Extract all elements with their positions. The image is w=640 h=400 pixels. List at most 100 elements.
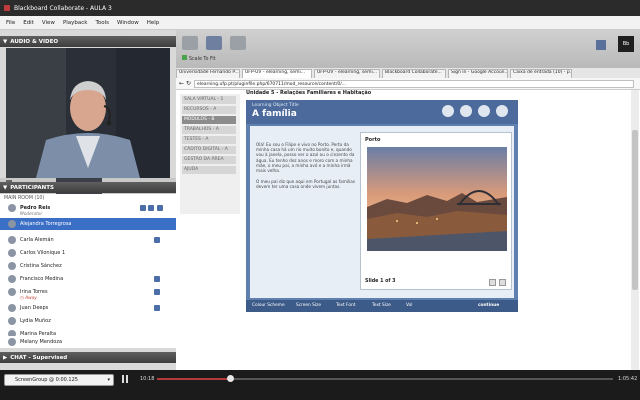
participant-name: Irina Torres [20, 289, 48, 295]
blackboard-logo: Bb [618, 36, 634, 52]
avatar [8, 304, 16, 312]
nav-item[interactable]: TRABALHOS - A [182, 126, 236, 134]
url-field[interactable]: elearning.ufp.pt/pluginfile.php/670711/m… [194, 80, 634, 88]
participant-name: Francisco Medina [20, 276, 64, 282]
avatar [8, 249, 16, 257]
participant-name: Cristina Sánchez [20, 263, 62, 269]
chat-header[interactable]: ▶ CHAT - Supervised [0, 352, 176, 363]
browser-tab[interactable]: UFP-UV - elearning, semi... [242, 69, 312, 78]
participant-name: Lydia Muñoz [20, 318, 51, 324]
course-sidenav: SALA VIRTUAL - 1 RECURSOS - A MÓDULOS - … [180, 94, 240, 214]
menu-window[interactable]: Window [117, 20, 139, 26]
lesson-header: Learning Object Title A família [246, 100, 518, 124]
menu-file[interactable]: File [6, 20, 15, 26]
menu-playback[interactable]: Playback [63, 20, 88, 26]
current-time: 10:18 [140, 376, 155, 382]
participants-title: PARTICIPANTS [10, 184, 54, 191]
prev-slide-icon[interactable] [489, 279, 496, 286]
menu-view[interactable]: View [42, 20, 55, 26]
continue-button[interactable]: continue [478, 303, 499, 308]
participant-name: Melany Mendoza [20, 339, 63, 345]
participants-header[interactable]: ▼ PARTICIPANTS [0, 182, 176, 193]
pointer-icon [157, 205, 163, 211]
porto-photo [367, 147, 507, 251]
text-font-select[interactable]: Text Font [336, 303, 355, 308]
unit-title: Unidade 5 - Relações Familiares e Habita… [246, 90, 372, 96]
porto-photo-image [367, 147, 507, 251]
lesson-title: A família [252, 109, 297, 119]
chevron-down-icon: ▾ [107, 377, 110, 383]
slide-counter: Slide 1 of 3 [365, 279, 396, 284]
reload-icon[interactable]: ↻ [186, 80, 191, 87]
playback-scrubber[interactable] [226, 375, 234, 382]
participant-row[interactable]: Carla Alemán [0, 234, 176, 246]
info-icon[interactable] [596, 40, 606, 50]
menu-tools[interactable]: Tools [95, 20, 109, 26]
participant-name: Alejandra Torregrosa [20, 221, 72, 227]
participant-name: Juan Deeps [20, 305, 49, 311]
nav-item[interactable]: RECURSOS - A [182, 106, 236, 114]
participant-row[interactable]: Melany Mendoza [0, 336, 176, 348]
away-status: ◷ Away [20, 296, 37, 301]
scroll-thumb[interactable] [632, 130, 638, 290]
session-select[interactable]: ScreenGroup @ 0:00.125 ▾ [4, 374, 114, 386]
pause-icon[interactable] [122, 375, 128, 383]
audio-video-title: AUDIO & VIDEO [10, 38, 59, 45]
camera-icon [140, 205, 146, 211]
text-size-select[interactable]: Text Size [372, 303, 391, 308]
participant-row[interactable]: Francisco Medina [0, 273, 176, 285]
participant-name: Carlos Vilonique 1 [20, 250, 66, 256]
audio-video-header[interactable]: ▼ AUDIO & VIDEO [0, 36, 176, 47]
whiteboard-button[interactable] [182, 36, 198, 50]
volume-control[interactable]: Vol [406, 303, 412, 308]
scale-to-fit-button[interactable]: Scale To Fit [182, 55, 216, 62]
next-slide-icon[interactable] [499, 279, 506, 286]
camera-icon [154, 276, 160, 282]
whiteboard-toolbar: Scale To Fit Bb [176, 30, 640, 68]
browser-tab[interactable]: Sign in - Google Accoun... [448, 69, 508, 78]
web-tour-button[interactable] [230, 36, 246, 50]
participant-row[interactable]: Lydia Muñoz [0, 315, 176, 327]
participant-row[interactable]: Juan Deeps [0, 302, 176, 314]
away-label: Away [25, 296, 37, 301]
participant-role: Moderator [20, 212, 43, 217]
lesson-paragraph: O meu pai diz que aqui em Portugal as fa… [256, 179, 356, 190]
avatar [8, 288, 16, 296]
menu-edit[interactable]: Edit [23, 20, 34, 26]
participant-row[interactable]: Carlos Vilonique 1 [0, 247, 176, 259]
browser-tab[interactable]: UFP-UV - elearning, semi... [314, 69, 380, 78]
back-icon[interactable]: ← [179, 80, 184, 87]
nav-item[interactable]: MÓDULOS - B [182, 116, 236, 124]
resources-icon[interactable] [460, 105, 472, 117]
participant-row[interactable]: Cristina Sánchez [0, 260, 176, 272]
chat-title: CHAT - Supervised [10, 354, 68, 361]
browser-tabs: Universidade Fernando P... UFP-UV - elea… [176, 68, 640, 78]
participant-name: Carla Alemán [20, 237, 54, 243]
address-bar: ← ↻ elearning.ufp.pt/pluginfile.php/6707… [176, 78, 640, 90]
playback-track[interactable] [157, 375, 613, 382]
participant-row[interactable]: Alejandra Torregrosa [0, 218, 176, 230]
browser-tab[interactable]: Caixa de entrada (10) - p... [510, 69, 572, 78]
expand-icon[interactable] [496, 105, 508, 117]
browser-tab[interactable]: Universidade Fernando P... [176, 69, 240, 78]
menu-help[interactable]: Help [147, 20, 160, 26]
scale-label: Scale To Fit [189, 57, 216, 62]
nav-item[interactable]: CÁDITO DIGITAL - A [182, 146, 236, 154]
screen-size-select[interactable]: Screen Size [296, 303, 321, 308]
colour-scheme-select[interactable]: Colour Scheme [252, 303, 285, 308]
learning-object: Learning Object Title A família Olá! Eu … [246, 100, 518, 312]
notes-icon[interactable] [478, 105, 490, 117]
browser-tab[interactable]: Blackboard Collaborate... [382, 69, 446, 78]
avatar [8, 338, 16, 346]
nav-item[interactable]: AJUDA [182, 166, 236, 174]
left-panel: ▼ AUDIO & VIDEO ▼ PARTICIPANTS MAIN ROOM… [0, 30, 176, 370]
nav-item[interactable]: SALA VIRTUAL - 1 [182, 96, 236, 104]
app-share-button[interactable] [206, 36, 222, 50]
page-scrollbar[interactable] [631, 90, 639, 370]
avatar [8, 275, 16, 283]
nav-item[interactable]: GESTÃO DA ÁREA [182, 156, 236, 164]
nav-item[interactable]: TESTES - A [182, 136, 236, 144]
expand-icon: ▶ [3, 354, 8, 361]
home-icon[interactable] [442, 105, 454, 117]
session-label: ScreenGroup @ 0:00.125 [15, 377, 78, 383]
